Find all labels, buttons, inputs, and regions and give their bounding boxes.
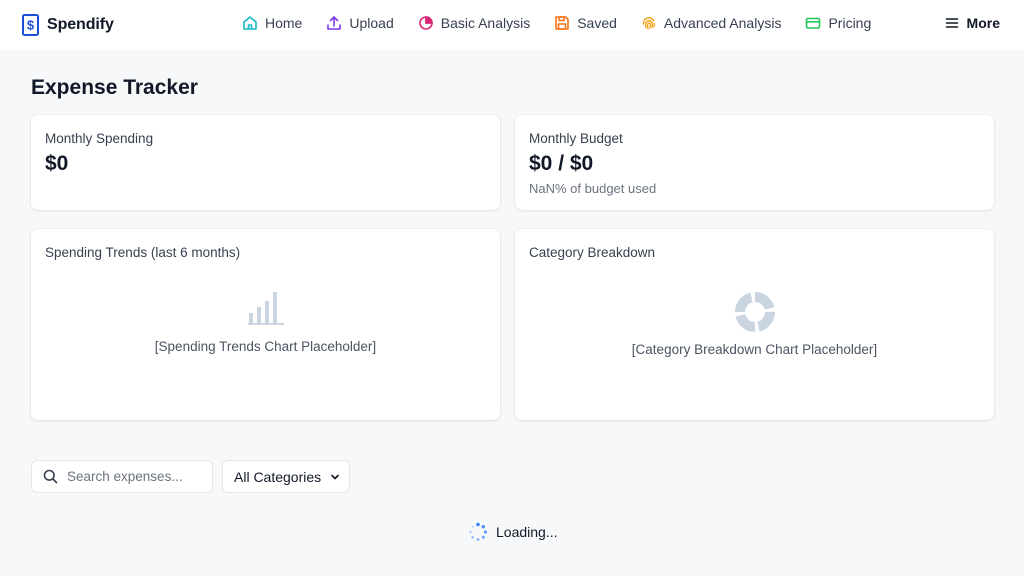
bar-chart-icon [247,292,284,325]
budget-used-text: NaN% of budget used [529,181,657,196]
hamburger-icon [945,18,958,28]
brand[interactable]: $ Spendify [22,14,114,36]
monthly-spending-label: Monthly Spending [45,131,154,146]
search-icon [43,469,58,484]
nav-upload-label: Upload [349,15,394,31]
monthly-spending-value: $0 [45,152,69,175]
brand-name: Spendify [47,16,114,33]
loading-text: Loading... [496,524,558,540]
fingerprint-icon [642,17,655,30]
main-nav: Home Upload Basic Analysis Saved Advance… [242,15,895,31]
loading-indicator: Loading... [468,522,558,542]
spending-trends-placeholder-text: [Spending Trends Chart Placeholder] [154,339,377,354]
nav-saved[interactable]: Saved [554,15,617,31]
nav-upload[interactable]: Upload [326,15,394,31]
monthly-budget-label: Monthly Budget [529,131,623,146]
spending-trends-card: Spending Trends (last 6 months) [Spendin… [31,229,500,420]
more-menu-button[interactable]: More [945,15,1000,31]
upload-icon [327,16,342,30]
spinner-icon [469,522,488,541]
search-input[interactable] [67,469,197,484]
category-breakdown-placeholder: [Category Breakdown Chart Placeholder] [515,291,994,357]
monthly-spending-card: Monthly Spending $0 [31,115,500,210]
nav-saved-label: Saved [577,15,617,31]
dollar-document-icon: $ [22,14,39,36]
nav-pricing-label: Pricing [828,15,872,31]
monthly-budget-card: Monthly Budget $0 / $0 NaN% of budget us… [515,115,994,210]
spending-trends-placeholder: [Spending Trends Chart Placeholder] [31,291,500,354]
home-icon [243,16,257,30]
category-breakdown-placeholder-text: [Category Breakdown Chart Placeholder] [631,342,878,357]
category-select-value: All Categories [234,468,322,485]
spending-trends-title: Spending Trends (last 6 months) [45,245,241,260]
category-breakdown-card: Category Breakdown [Category Breakdown C… [515,229,994,420]
category-breakdown-title: Category Breakdown [529,245,656,260]
top-navbar: $ Spendify Home Upload Basic Analysis Sa… [0,0,1024,50]
nav-home-label: Home [265,15,303,31]
save-icon [555,16,570,30]
nav-pricing[interactable]: Pricing [805,15,871,31]
nav-home[interactable]: Home [242,15,302,31]
nav-basic-analysis[interactable]: Basic Analysis [418,15,530,31]
pie-chart-icon [418,16,433,30]
chevron-down-icon [331,474,339,479]
monthly-budget-value: $0 / $0 [529,152,594,175]
donut-chart-icon [734,292,775,332]
category-select[interactable]: All Categories [222,460,350,493]
nav-advanced-analysis[interactable]: Advanced Analysis [641,15,782,31]
nav-advanced-analysis-label: Advanced Analysis [663,15,782,31]
nav-basic-analysis-label: Basic Analysis [440,15,531,31]
search-box[interactable] [31,460,213,493]
more-label: More [966,15,1000,31]
page-title: Expense Tracker [31,76,198,99]
svg-text:$: $ [27,18,35,33]
credit-card-icon [806,17,821,29]
